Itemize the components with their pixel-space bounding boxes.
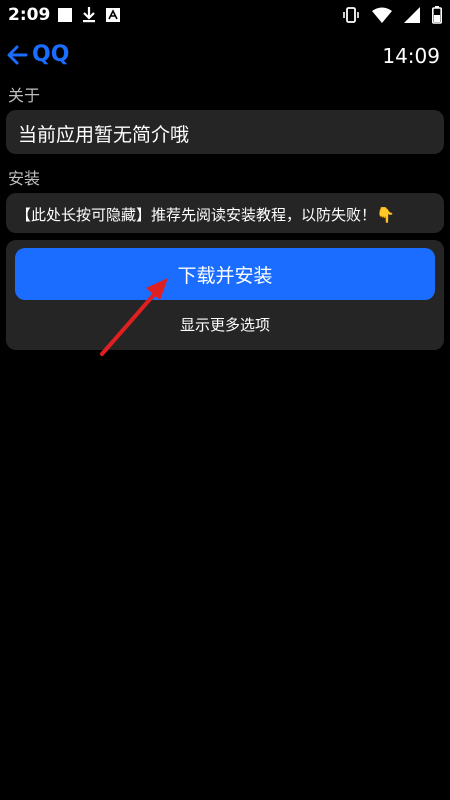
app-clock: 14:09 — [382, 44, 440, 68]
install-card: 下载并安装 显示更多选项 — [6, 240, 444, 350]
about-section-label: 关于 — [8, 86, 41, 105]
about-text: 当前应用暂无简介哦 — [18, 124, 190, 146]
square-notification-icon — [58, 8, 72, 22]
status-bar: 2:09 — [0, 0, 450, 32]
signal-icon — [404, 7, 420, 27]
back-button[interactable]: QQ — [6, 42, 69, 67]
status-time: 2:09 — [8, 5, 51, 25]
wifi-icon — [372, 7, 392, 27]
install-notice-card[interactable]: 【此处长按可隐藏】推荐先阅读安装教程，以防失败！👇 — [6, 193, 444, 233]
status-icons-right — [342, 6, 442, 28]
about-card: 当前应用暂无简介哦 — [6, 110, 444, 154]
download-install-button[interactable]: 下载并安装 — [15, 248, 435, 300]
battery-icon — [432, 6, 442, 28]
install-notice-text: 【此处长按可隐藏】推荐先阅读安装教程，以防失败！👇 — [16, 206, 395, 224]
app-bar: QQ 14:09 — [0, 40, 450, 76]
vibrate-icon — [342, 6, 360, 28]
download-icon — [82, 7, 96, 23]
app-name: QQ — [32, 42, 70, 67]
status-icons-left — [58, 7, 120, 23]
show-more-options-link[interactable]: 显示更多选项 — [6, 314, 444, 335]
arrow-left-icon — [6, 45, 32, 65]
android-a-icon — [106, 8, 120, 22]
install-section-label: 安装 — [8, 169, 41, 188]
